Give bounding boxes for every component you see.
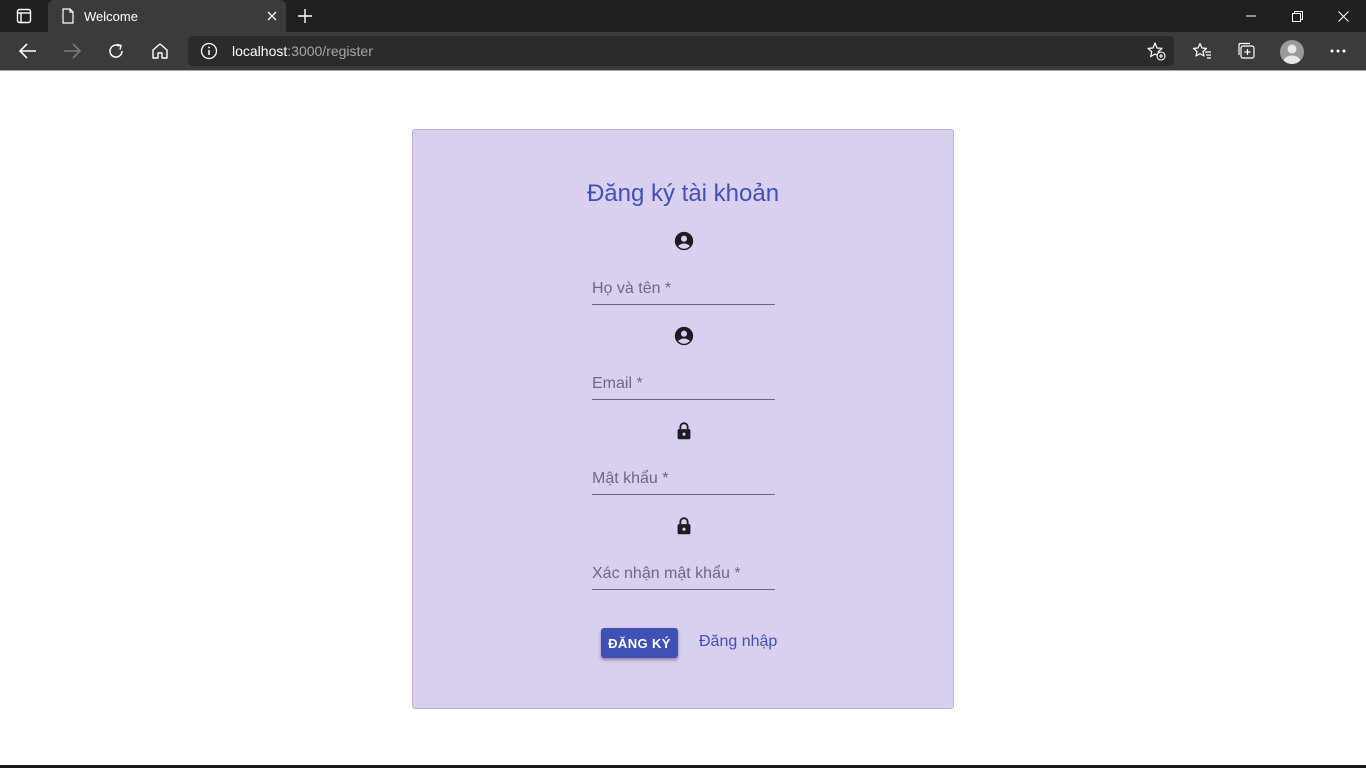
minimize-icon bbox=[1246, 15, 1256, 17]
back-button[interactable] bbox=[10, 33, 46, 69]
url-path: :3000/register bbox=[287, 43, 373, 59]
favorites-button[interactable] bbox=[1184, 33, 1220, 69]
close-icon bbox=[1337, 10, 1349, 22]
collections-icon bbox=[1238, 42, 1255, 59]
password-field[interactable] bbox=[592, 455, 775, 495]
tab-actions-button[interactable] bbox=[0, 0, 48, 32]
add-favorite-icon[interactable] bbox=[1146, 41, 1166, 61]
account-circle-icon bbox=[674, 326, 694, 346]
arrow-right-icon bbox=[64, 43, 81, 59]
email-input[interactable] bbox=[592, 360, 775, 398]
browser-titlebar: Welcome bbox=[0, 0, 1366, 32]
fullname-field[interactable] bbox=[592, 265, 775, 305]
confirm-password-field[interactable] bbox=[592, 550, 775, 590]
browser-toolbar: localhost:3000/register bbox=[0, 32, 1366, 70]
forward-button[interactable] bbox=[54, 33, 90, 69]
tab-close-icon[interactable] bbox=[258, 2, 286, 30]
email-field[interactable] bbox=[592, 360, 775, 400]
url-text[interactable]: localhost:3000/register bbox=[232, 43, 373, 59]
new-tab-button[interactable] bbox=[290, 0, 320, 32]
close-window-button[interactable] bbox=[1320, 0, 1366, 32]
home-button[interactable] bbox=[142, 33, 178, 69]
more-options-button[interactable] bbox=[1320, 33, 1356, 69]
page-title: Đăng ký tài khoản bbox=[586, 180, 780, 207]
password-input[interactable] bbox=[592, 455, 775, 493]
info-icon[interactable] bbox=[200, 42, 218, 60]
refresh-icon bbox=[109, 43, 123, 58]
confirm-password-input[interactable] bbox=[592, 550, 775, 588]
register-card: Đăng ký tài khoản ĐĂNG KÝ Đăng nhập bbox=[412, 129, 954, 709]
toolbar-divider bbox=[0, 70, 1366, 71]
more-horizontal-icon bbox=[1330, 49, 1346, 53]
profile-avatar[interactable] bbox=[1280, 40, 1304, 64]
register-button[interactable]: ĐĂNG KÝ bbox=[601, 628, 678, 658]
url-host: localhost bbox=[232, 43, 288, 59]
page-icon bbox=[58, 6, 78, 26]
restore-icon bbox=[1291, 10, 1303, 22]
fullname-input[interactable] bbox=[592, 265, 775, 303]
home-icon bbox=[152, 43, 168, 59]
person-icon bbox=[1283, 44, 1301, 64]
tab-actions-icon bbox=[16, 8, 32, 24]
arrow-left-icon bbox=[19, 43, 36, 59]
plus-icon bbox=[298, 9, 312, 23]
lock-icon bbox=[677, 422, 691, 440]
browser-tab[interactable]: Welcome bbox=[48, 0, 286, 32]
restore-button[interactable] bbox=[1274, 0, 1320, 32]
collections-button[interactable] bbox=[1228, 33, 1264, 69]
account-circle-icon bbox=[674, 231, 694, 251]
lock-icon bbox=[677, 517, 691, 535]
address-bar[interactable]: localhost:3000/register bbox=[188, 36, 1174, 66]
tab-title: Welcome bbox=[84, 8, 138, 24]
reload-button[interactable] bbox=[98, 33, 134, 69]
login-link[interactable]: Đăng nhập bbox=[699, 633, 777, 651]
minimize-button[interactable] bbox=[1228, 0, 1274, 32]
favorites-icon bbox=[1192, 42, 1211, 59]
